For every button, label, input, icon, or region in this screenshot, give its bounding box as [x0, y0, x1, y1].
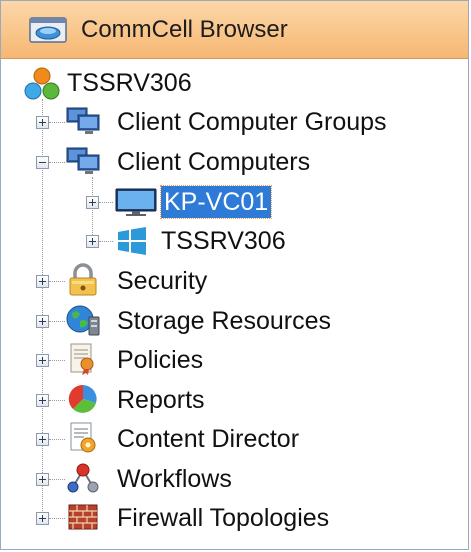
tree-item-security[interactable]: Security — [1, 263, 461, 299]
tree-item-firewall-topologies[interactable]: Firewall Topologies — [1, 500, 461, 536]
tree-item-label-selected: KP-VC01 — [159, 185, 273, 219]
expand-toggle[interactable] — [86, 235, 99, 248]
expand-toggle[interactable] — [36, 473, 49, 486]
tree-root-node[interactable]: TSSRV306 — [1, 65, 461, 101]
expand-toggle[interactable] — [36, 315, 49, 328]
policy-certificate-icon — [65, 342, 101, 376]
tree-item-content-director[interactable]: Content Director — [1, 421, 461, 457]
commcell-icon — [23, 67, 61, 101]
tree-root-label: TSSRV306 — [67, 69, 192, 97]
collapse-toggle[interactable] — [36, 156, 49, 169]
firewall-icon — [65, 500, 101, 534]
windows-icon — [114, 224, 150, 258]
client-computers-icon — [65, 145, 101, 179]
expand-toggle[interactable] — [86, 196, 99, 209]
tree-item-storage-resources[interactable]: Storage Resources — [1, 303, 461, 339]
commcell-browser-icon — [29, 16, 67, 43]
tree-item-label: Storage Resources — [117, 307, 332, 335]
tree-item-label: Security — [117, 267, 208, 295]
tree-item-kp-vc01[interactable]: KP-VC01 — [1, 184, 461, 220]
expand-toggle[interactable] — [36, 275, 49, 288]
tree-item-label: Workflows — [117, 465, 232, 493]
pie-chart-icon — [65, 382, 101, 416]
tree-item-label: Reports — [117, 386, 205, 414]
expand-toggle[interactable] — [36, 354, 49, 367]
commcell-tree[interactable]: TSSRV306 Client Computer Groups Client C… — [1, 59, 468, 551]
tree-item-policies[interactable]: Policies — [1, 342, 461, 378]
workflow-icon — [65, 461, 101, 495]
tree-item-workflows[interactable]: Workflows — [1, 461, 461, 497]
tree-item-label: TSSRV306 — [161, 227, 286, 255]
lock-icon — [65, 263, 101, 297]
client-computer-groups-icon — [65, 105, 101, 139]
tree-item-tssrv306[interactable]: TSSRV306 — [1, 223, 461, 259]
storage-globe-icon — [65, 303, 101, 337]
tree-item-client-computers[interactable]: Client Computers — [1, 144, 461, 180]
tree-item-label: Policies — [117, 346, 204, 374]
tree-item-label: Firewall Topologies — [117, 504, 330, 532]
expand-toggle[interactable] — [36, 394, 49, 407]
panel-header: CommCell Browser — [1, 1, 468, 59]
tree-item-label: Client Computers — [117, 148, 311, 176]
tree-item-label: Content Director — [117, 425, 300, 453]
tree-item-label: Client Computer Groups — [117, 108, 387, 136]
panel-title: CommCell Browser — [81, 15, 288, 43]
content-director-icon — [65, 421, 101, 455]
expand-toggle[interactable] — [36, 433, 49, 446]
tree-item-reports[interactable]: Reports — [1, 382, 461, 418]
expand-toggle[interactable] — [36, 512, 49, 525]
expand-toggle[interactable] — [36, 116, 49, 129]
commcell-browser-panel: CommCell Browser TSSRV306 Client Compute… — [0, 0, 469, 550]
monitor-icon — [114, 185, 158, 219]
tree-item-client-computer-groups[interactable]: Client Computer Groups — [1, 104, 461, 140]
